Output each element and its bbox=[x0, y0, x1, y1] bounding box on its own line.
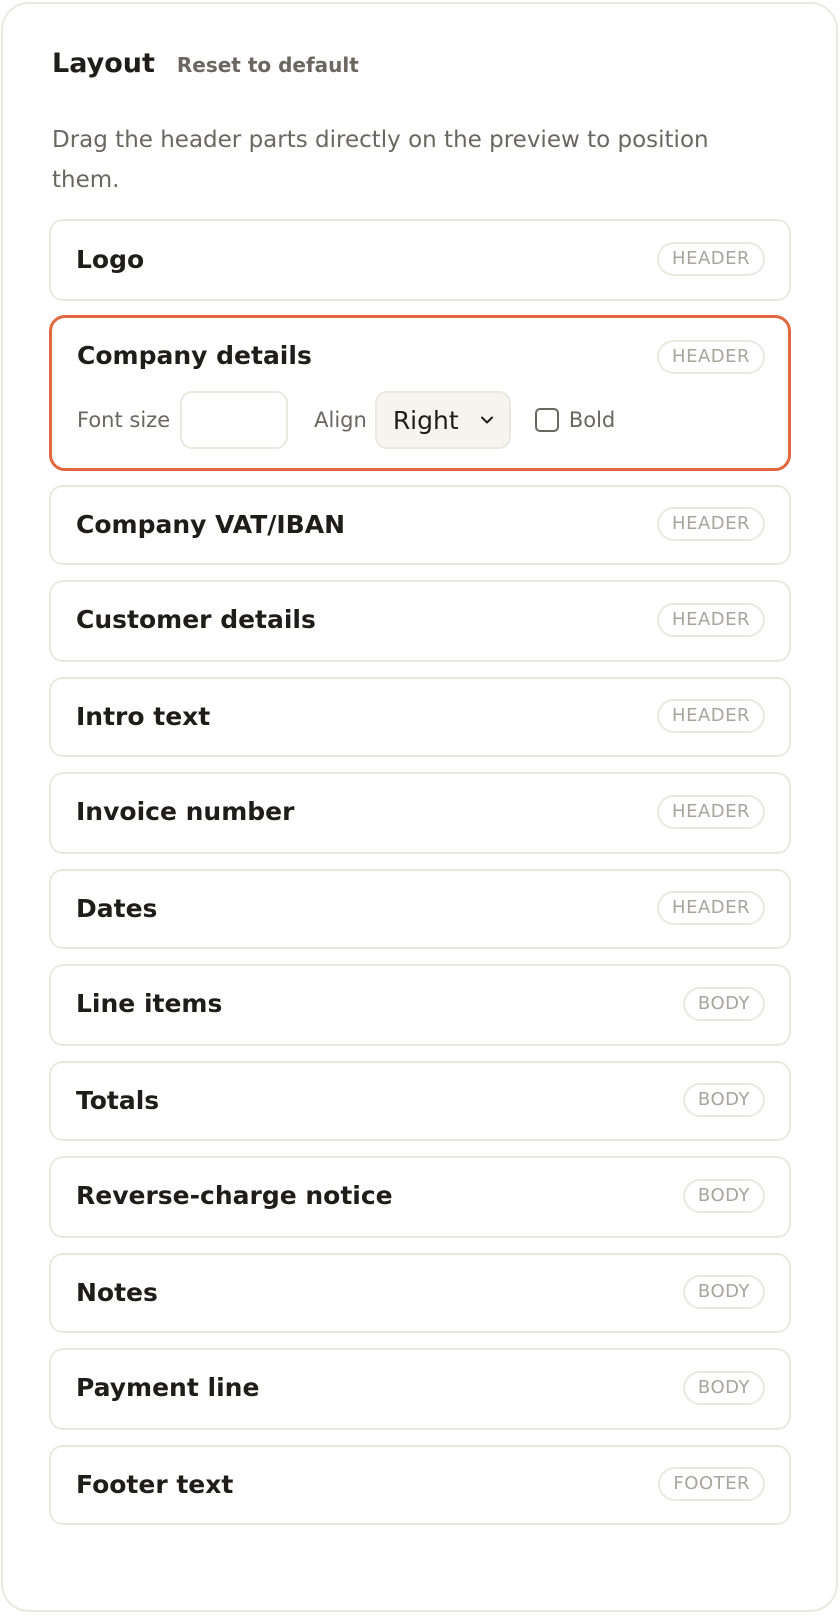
layout-item-customer-details[interactable]: Customer details HEADER bbox=[49, 580, 791, 662]
layout-description: Drag the header parts directly on the pr… bbox=[52, 127, 709, 193]
section-tag: HEADER bbox=[657, 507, 765, 541]
item-label: Intro text bbox=[76, 702, 211, 731]
layout-item-footer-text[interactable]: Footer text FOOTER bbox=[49, 1445, 791, 1525]
item-label: Company VAT/IBAN bbox=[76, 510, 346, 539]
font-size-label: Font size bbox=[77, 408, 171, 432]
align-select[interactable]: Right bbox=[374, 391, 511, 449]
section-tag: HEADER bbox=[657, 699, 765, 733]
layout-item-line-items[interactable]: Line items BODY bbox=[49, 964, 791, 1046]
section-tag: BODY bbox=[682, 1179, 765, 1213]
layout-item-payment-line[interactable]: Payment line BODY bbox=[49, 1348, 791, 1430]
align-label: Align bbox=[314, 408, 367, 432]
item-label: Invoice number bbox=[76, 797, 295, 826]
item-label: Footer text bbox=[76, 1470, 234, 1499]
layout-item-invoice-number[interactable]: Invoice number HEADER bbox=[49, 772, 791, 854]
item-label: Company details bbox=[77, 341, 312, 370]
layout-item-company-details[interactable]: Company details HEADER Font size Align R… bbox=[49, 315, 791, 471]
section-tag: BODY bbox=[682, 1371, 765, 1405]
item-label: Logo bbox=[76, 245, 145, 274]
section-tag: HEADER bbox=[657, 340, 765, 374]
item-controls: Font size Align Right Bold bbox=[77, 390, 615, 450]
layout-item-reverse-charge-notice[interactable]: Reverse-charge notice BODY bbox=[49, 1156, 791, 1238]
item-label: Notes bbox=[76, 1278, 158, 1307]
item-label: Totals bbox=[76, 1086, 160, 1115]
bold-checkbox[interactable] bbox=[534, 408, 559, 432]
layout-title: Layout bbox=[52, 48, 155, 79]
layout-item-dates[interactable]: Dates HEADER bbox=[49, 869, 791, 949]
layout-item-totals[interactable]: Totals BODY bbox=[49, 1061, 791, 1141]
item-label: Dates bbox=[76, 894, 158, 923]
section-tag: FOOTER bbox=[658, 1467, 765, 1501]
section-tag: HEADER bbox=[657, 795, 765, 829]
bold-label: Bold bbox=[568, 408, 616, 432]
layout-item-notes[interactable]: Notes BODY bbox=[49, 1253, 791, 1333]
section-tag: BODY bbox=[682, 1083, 765, 1117]
item-label: Reverse-charge notice bbox=[76, 1181, 393, 1210]
item-label: Line items bbox=[76, 989, 223, 1018]
layout-item-logo[interactable]: Logo HEADER bbox=[49, 219, 791, 301]
chevron-down-icon bbox=[479, 412, 495, 428]
section-tag: BODY bbox=[682, 987, 765, 1021]
font-size-input[interactable] bbox=[180, 391, 289, 449]
reset-to-default-button[interactable]: Reset to default bbox=[177, 53, 359, 77]
section-tag: HEADER bbox=[657, 891, 765, 925]
item-label: Customer details bbox=[76, 605, 316, 634]
item-label: Payment line bbox=[76, 1373, 260, 1402]
layout-item-intro-text[interactable]: Intro text HEADER bbox=[49, 677, 791, 757]
section-tag: HEADER bbox=[657, 603, 765, 637]
align-select-value: Right bbox=[392, 405, 459, 435]
layout-item-company-vat-iban[interactable]: Company VAT/IBAN HEADER bbox=[49, 485, 791, 565]
layout-header: Layout Reset to default bbox=[52, 48, 359, 79]
section-tag: HEADER bbox=[657, 242, 765, 276]
section-tag: BODY bbox=[682, 1275, 765, 1309]
